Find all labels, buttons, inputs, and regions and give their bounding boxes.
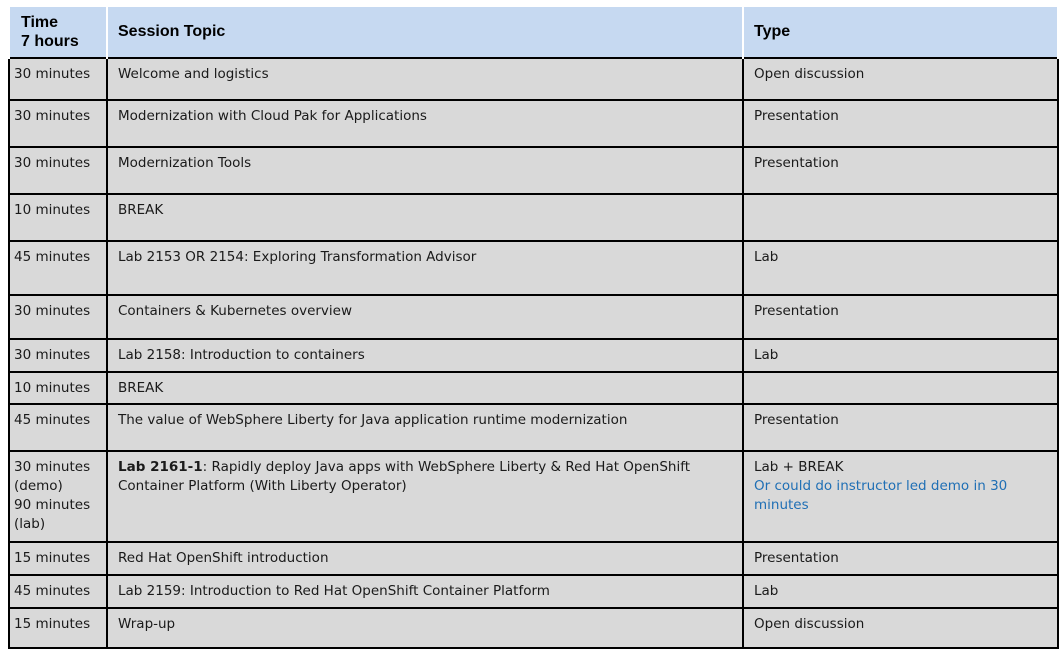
topic-cell: Lab 2158: Introduction to containers [106,338,744,373]
type-cell: Presentation [742,294,1059,340]
topic-cell: The value of WebSphere Liberty for Java … [106,403,744,452]
type-label: Lab + BREAK [754,459,844,475]
topic-cell: Modernization Tools [106,146,744,195]
time-cell: 30 minutes [8,57,108,101]
table-row: 30 minutes Containers & Kubernetes overv… [8,294,1059,340]
type-cell: Lab [742,240,1059,296]
type-cell: Presentation [742,541,1059,576]
type-cell: Presentation [742,99,1059,148]
type-cell [742,193,1059,242]
topic-cell: BREAK [106,371,744,405]
time-cell: 30 minutes [8,99,108,148]
table-row: 30 minutes Modernization with Cloud Pak … [8,99,1059,148]
time-line: (lab) [14,516,46,532]
time-line: 90 minutes [14,497,91,513]
topic-cell: Welcome and logistics [106,57,744,101]
header-row: Time 7 hours Session Topic Type [8,7,1059,58]
table-row: 15 minutes Red Hat OpenShift introductio… [8,541,1059,576]
topic-cell: Lab 2153 OR 2154: Exploring Transformati… [106,240,744,296]
topic-cell: Red Hat OpenShift introduction [106,541,744,576]
time-cell: 45 minutes [8,240,108,296]
time-cell: 45 minutes [8,403,108,452]
table-row: 30 minutes Lab 2158: Introduction to con… [8,338,1059,373]
header-duration-label: 7 hours [21,33,79,50]
time-line: 30 minutes [14,459,91,475]
table-row: 30 minutes (demo) 90 minutes (lab) Lab 2… [8,450,1059,543]
type-cell [742,371,1059,405]
time-cell: 30 minutes (demo) 90 minutes (lab) [8,450,108,543]
time-cell: 10 minutes [8,371,108,405]
type-cell: Open discussion [742,607,1059,649]
type-cell: Lab [742,338,1059,373]
topic-cell: Wrap-up [106,607,744,649]
table-row: 10 minutes BREAK [8,193,1059,242]
table-row: 30 minutes Modernization Tools Presentat… [8,146,1059,195]
topic-cell: Containers & Kubernetes overview [106,294,744,340]
table-row: 15 minutes Wrap-up Open discussion [8,607,1059,649]
header-time: Time 7 hours [8,7,108,58]
table-row: 45 minutes The value of WebSphere Libert… [8,403,1059,452]
time-cell: 30 minutes [8,294,108,340]
table-row: 30 minutes Welcome and logistics Open di… [8,57,1059,101]
topic-cell: Lab 2161-1: Rapidly deploy Java apps wit… [106,450,744,543]
header-session-topic: Session Topic [106,7,744,58]
lab-description: : Rapidly deploy Java apps with WebSpher… [118,459,691,494]
instructor-demo-note: Or could do instructor led demo in 30 mi… [754,478,1008,513]
topic-cell: BREAK [106,193,744,242]
time-cell: 10 minutes [8,193,108,242]
time-cell: 45 minutes [8,574,108,609]
table-row: 45 minutes Lab 2159: Introduction to Red… [8,574,1059,609]
topic-cell: Lab 2159: Introduction to Red Hat OpenSh… [106,574,744,609]
lab-id: Lab 2161-1 [118,459,203,475]
type-cell: Lab [742,574,1059,609]
time-cell: 15 minutes [8,607,108,649]
time-cell: 15 minutes [8,541,108,576]
table-row: 45 minutes Lab 2153 OR 2154: Exploring T… [8,240,1059,296]
time-cell: 30 minutes [8,146,108,195]
type-cell: Lab + BREAK Or could do instructor led d… [742,450,1059,543]
type-cell: Open discussion [742,57,1059,101]
type-cell: Presentation [742,403,1059,452]
time-cell: 30 minutes [8,338,108,373]
agenda-table: Time 7 hours Session Topic Type 30 minut… [8,7,1059,649]
header-time-label: Time [21,14,59,31]
table-row: 10 minutes BREAK [8,371,1059,405]
header-type: Type [742,7,1059,58]
time-line: (demo) [14,478,63,494]
type-cell: Presentation [742,146,1059,195]
topic-cell: Modernization with Cloud Pak for Applica… [106,99,744,148]
